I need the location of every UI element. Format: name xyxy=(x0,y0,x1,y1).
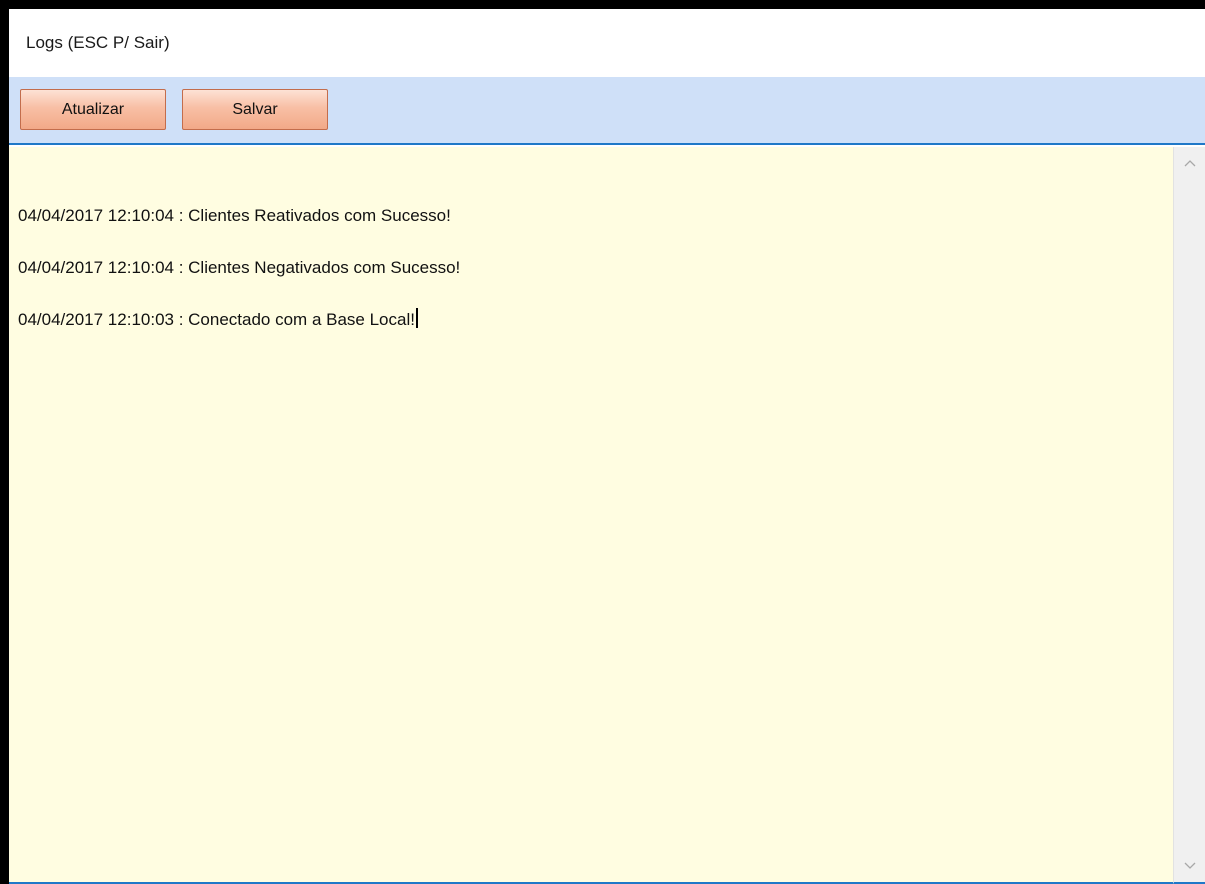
chevron-up-icon[interactable] xyxy=(1174,147,1205,179)
save-button[interactable]: Salvar xyxy=(182,89,328,130)
text-caret xyxy=(415,308,418,328)
vertical-scrollbar[interactable] xyxy=(1173,147,1205,884)
log-line-text: 04/04/2017 12:10:04 : Clientes Negativad… xyxy=(18,258,461,277)
log-line: 04/04/2017 12:10:04 : Clientes Reativado… xyxy=(18,197,460,249)
window-title: Logs (ESC P/ Sair) xyxy=(26,33,170,52)
log-line: 04/04/2017 12:10:04 : Clientes Negativad… xyxy=(18,249,460,301)
log-line-text: 04/04/2017 12:10:04 : Clientes Reativado… xyxy=(18,206,451,225)
refresh-button[interactable]: Atualizar xyxy=(20,89,166,130)
log-lines: 04/04/2017 12:10:04 : Clientes Reativado… xyxy=(18,197,460,353)
log-line-text: 04/04/2017 12:10:03 : Conectado com a Ba… xyxy=(18,310,415,329)
log-textarea[interactable]: 04/04/2017 12:10:04 : Clientes Reativado… xyxy=(9,147,1173,884)
log-line: 04/04/2017 12:10:03 : Conectado com a Ba… xyxy=(18,301,460,353)
title-bar: Logs (ESC P/ Sair) xyxy=(9,9,1205,77)
chevron-down-icon[interactable] xyxy=(1174,850,1205,882)
toolbar: Atualizar Salvar xyxy=(9,77,1205,145)
